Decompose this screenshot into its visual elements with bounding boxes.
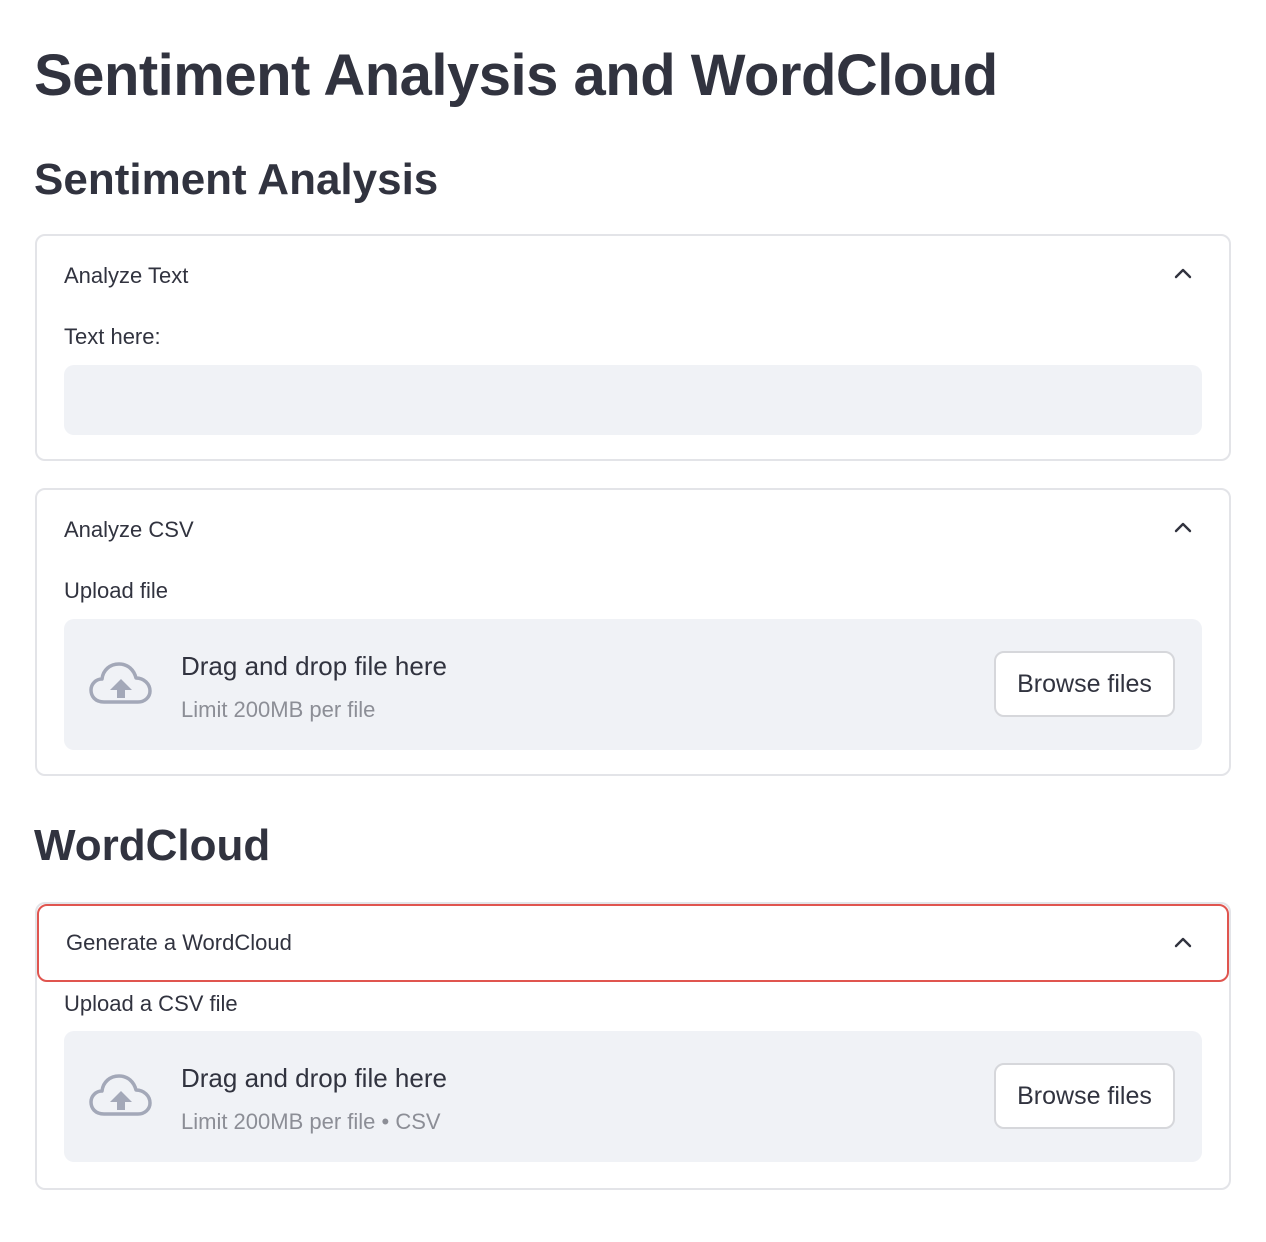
page-title: Sentiment Analysis and WordCloud (34, 43, 998, 108)
analyze-csv-expander-header[interactable]: Analyze CSV (37, 490, 1229, 570)
dropzone-title: Drag and drop file here (181, 651, 447, 681)
wordcloud-header-label: Generate a WordCloud (66, 930, 292, 955)
section-title-wordcloud: WordCloud (34, 821, 271, 870)
analyze-text-header-label: Analyze Text (64, 263, 189, 288)
analyze-csv-expander: Analyze CSV Upload file Drag and drop fi… (35, 488, 1231, 776)
chevron-up-icon (1174, 937, 1192, 948)
browse-files-button[interactable]: Browse files (994, 1063, 1175, 1129)
analyze-text-expander-header[interactable]: Analyze Text (37, 236, 1229, 316)
file-dropzone[interactable]: Drag and drop file here Limit 200MB per … (64, 619, 1202, 750)
upload-file-label: Upload file (64, 578, 168, 603)
csv-dropzone[interactable]: Drag and drop file here Limit 200MB per … (64, 1031, 1202, 1162)
browse-files-button[interactable]: Browse files (994, 651, 1175, 717)
cloud-upload-icon (89, 1074, 152, 1116)
wordcloud-expander: Generate a WordCloud Upload a CSV file D… (35, 902, 1231, 1190)
analyze-text-expander: Analyze Text Text here: (35, 234, 1231, 461)
wordcloud-expander-header[interactable]: Generate a WordCloud (37, 904, 1229, 982)
dropzone-title: Drag and drop file here (181, 1063, 447, 1093)
cloud-upload-icon (89, 662, 152, 704)
text-input-label: Text here: (64, 324, 161, 349)
upload-csv-label: Upload a CSV file (64, 991, 238, 1016)
text-input[interactable] (64, 365, 1202, 435)
chevron-up-icon (1174, 268, 1192, 279)
dropzone-limit: Limit 200MB per file (181, 697, 376, 722)
chevron-up-icon (1174, 522, 1192, 533)
section-title-sentiment: Sentiment Analysis (34, 155, 439, 204)
dropzone-limit: Limit 200MB per file • CSV (181, 1109, 441, 1134)
analyze-csv-header-label: Analyze CSV (64, 517, 194, 542)
